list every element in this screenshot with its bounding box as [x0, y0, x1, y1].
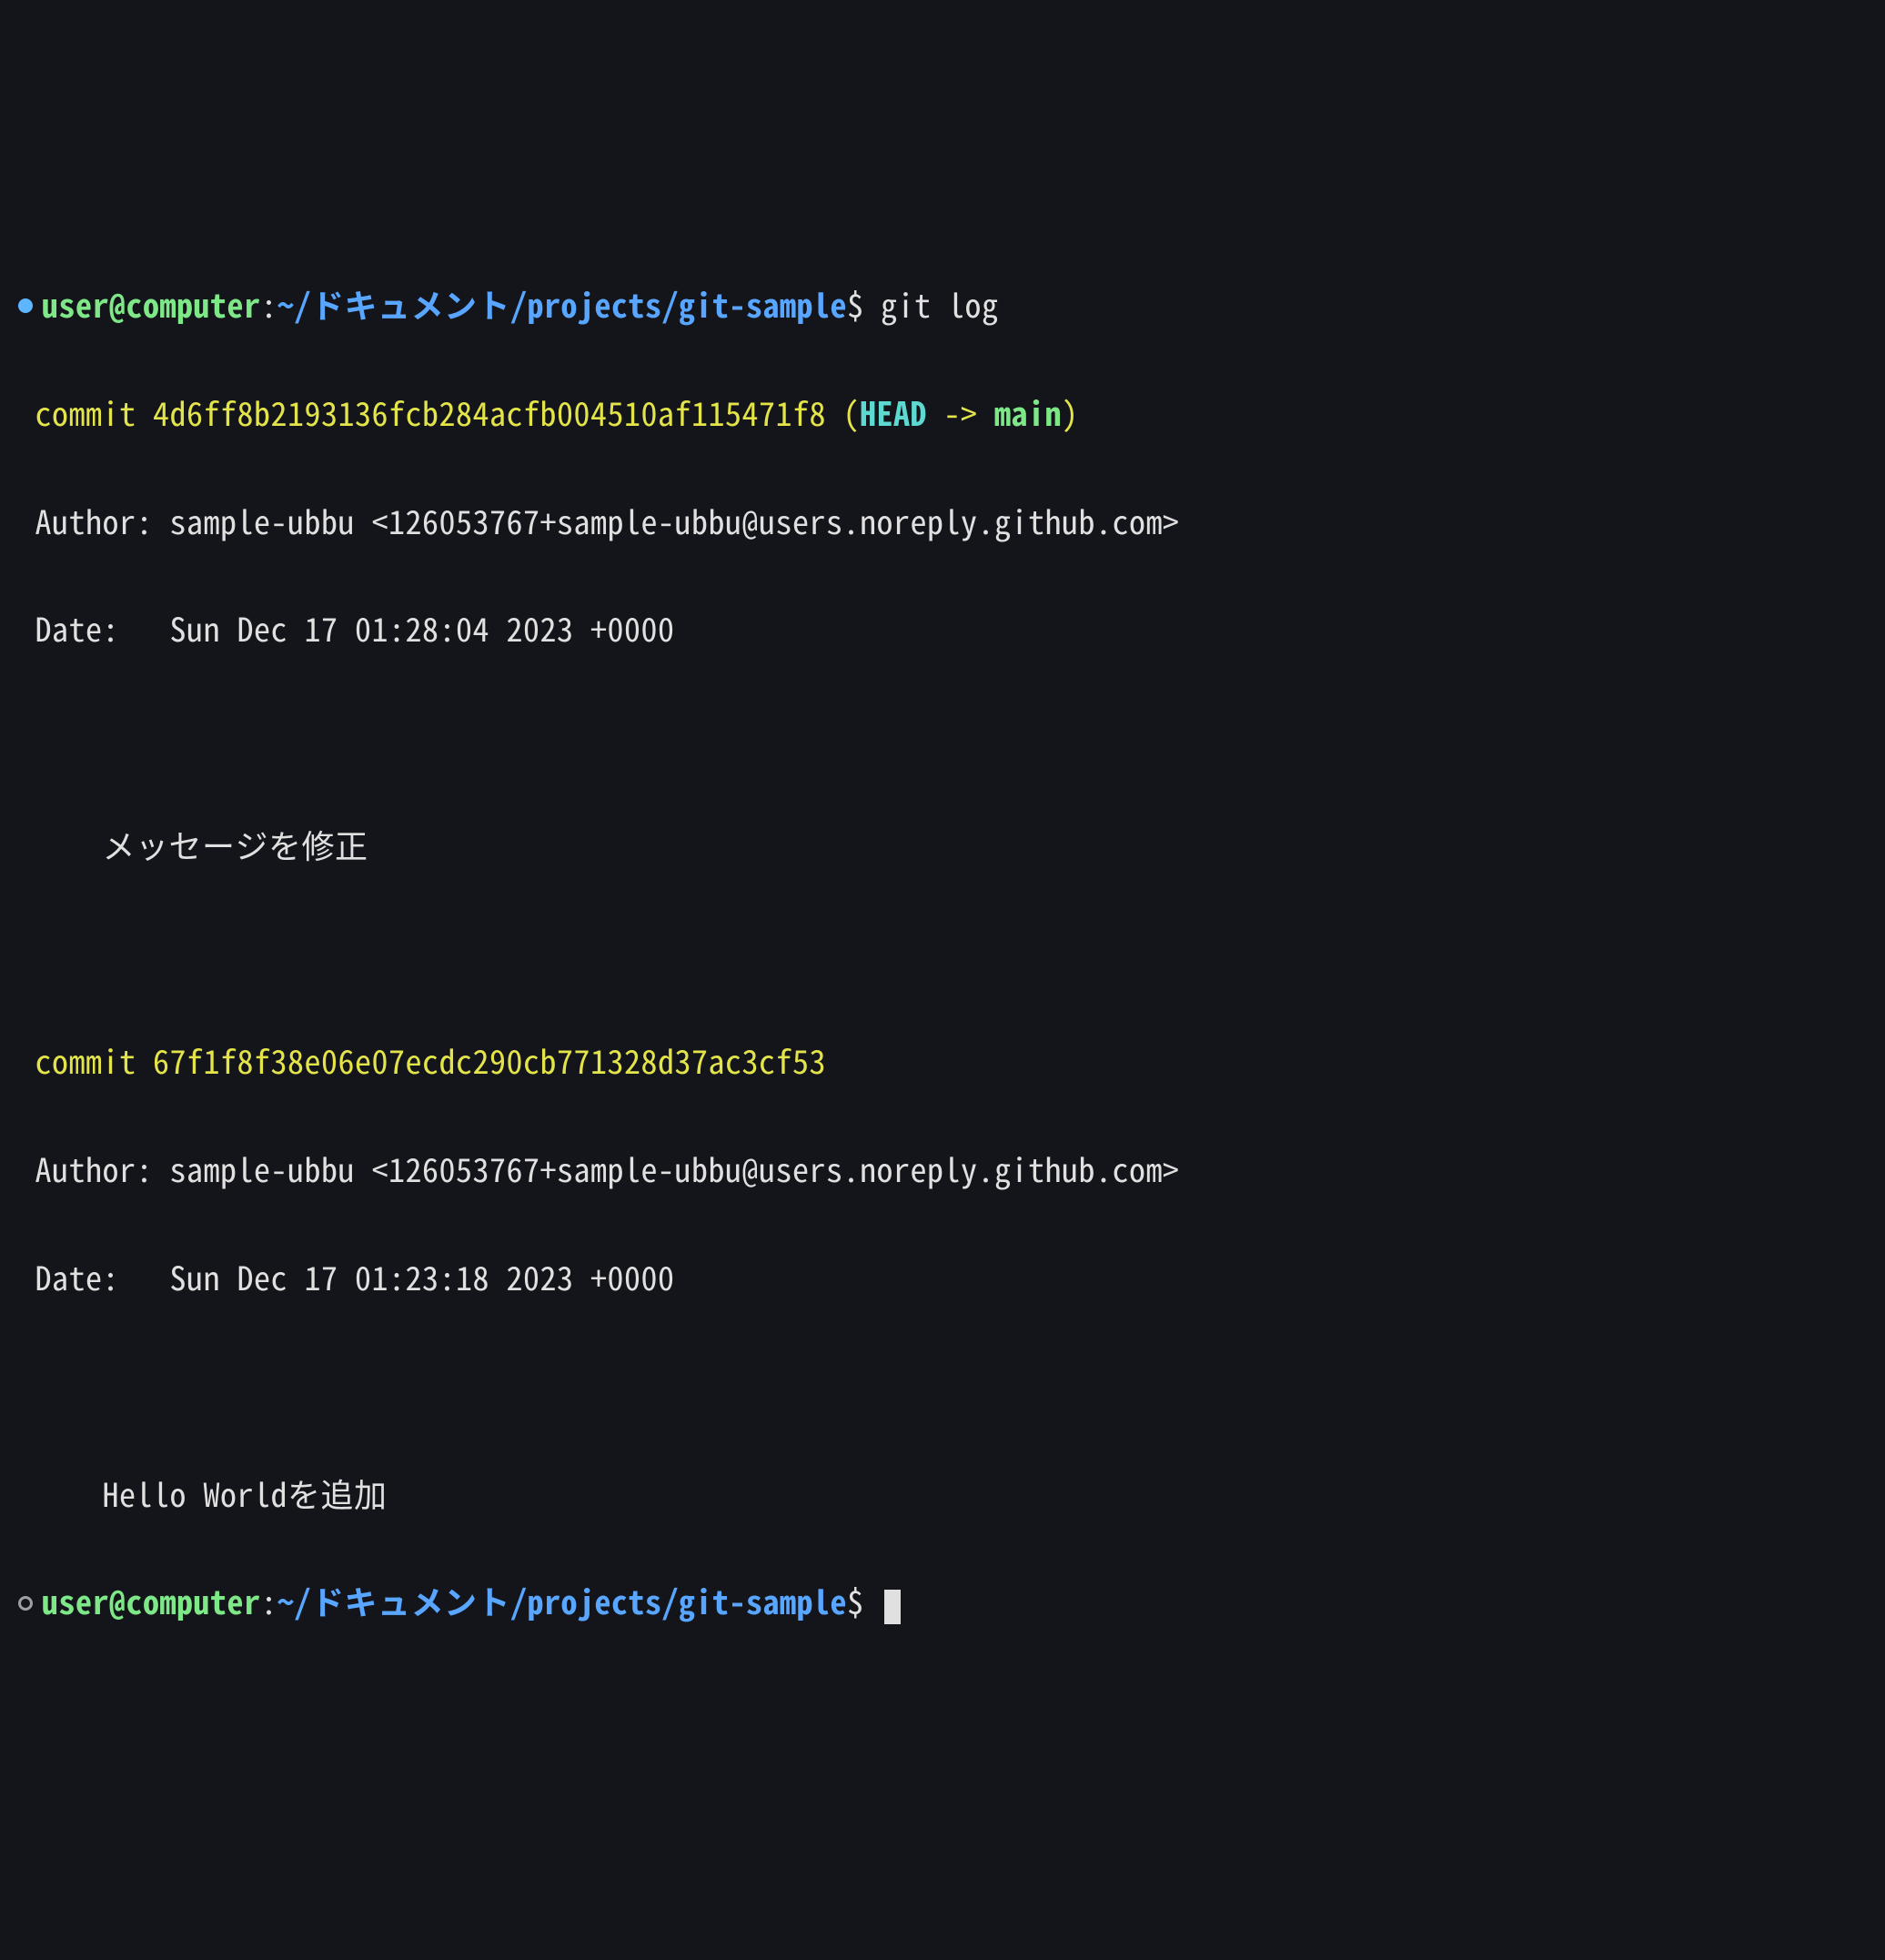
dollar: $ — [847, 280, 864, 328]
date-label: Date: — [35, 604, 170, 652]
commit-author-1: Author: sample-ubbu <126053767+sample-ub… — [18, 1142, 1867, 1196]
commit-hash: 67f1f8f38e06e07ecdc290cb771328d37ac3cf53 — [153, 1036, 826, 1084]
cursor-icon — [884, 1590, 901, 1624]
author-value: sample-ubbu <126053767+sample-ubbu@users… — [170, 1145, 1180, 1192]
bullet-open-icon — [18, 1596, 33, 1611]
ref-arrow: -> — [927, 389, 994, 436]
cwd-path: ~/ドキュメント/projects/git-sample — [277, 1577, 847, 1624]
blank-line — [18, 1359, 1867, 1412]
branch-ref: main — [994, 389, 1062, 436]
sep: : — [261, 280, 278, 328]
cwd-path: ~/ドキュメント/projects/git-sample — [277, 280, 847, 328]
user-host: user@computer — [42, 1577, 261, 1624]
dollar: $ — [847, 1577, 864, 1624]
date-value: Sun Dec 17 01:23:18 2023 +0000 — [170, 1253, 675, 1300]
terminal-output[interactable]: user@computer:~/ドキュメント/projects/git-samp… — [18, 224, 1867, 1683]
commit-label: commit — [35, 1036, 136, 1084]
message-text: Hello Worldを追加 — [103, 1470, 388, 1517]
date-value: Sun Dec 17 01:28:04 2023 +0000 — [170, 604, 675, 652]
author-label: Author: — [35, 497, 170, 544]
commit-hash: 4d6ff8b2193136fcb284acfb004510af115471f8 — [153, 389, 826, 436]
date-label: Date: — [35, 1253, 170, 1300]
bullet-filled-icon — [18, 298, 33, 313]
commit-label: commit — [35, 389, 136, 436]
author-label: Author: — [35, 1145, 170, 1192]
prompt-line-1: user@computer:~/ドキュメント/projects/git-samp… — [18, 278, 1867, 331]
user-host: user@computer — [42, 280, 261, 328]
command-text: git log — [881, 280, 999, 328]
author-value: sample-ubbu <126053767+sample-ubbu@users… — [170, 497, 1180, 544]
prompt-line-2: user@computer:~/ドキュメント/projects/git-samp… — [18, 1574, 1867, 1628]
refs-open: ( — [826, 389, 860, 436]
head-ref: HEAD — [860, 389, 927, 436]
blank-line — [18, 710, 1867, 763]
commit-date-0: Date: Sun Dec 17 01:28:04 2023 +0000 — [18, 601, 1867, 655]
refs-close: ) — [1062, 389, 1079, 436]
message-text: メッセージを修正 — [103, 821, 368, 868]
commit-message-1: Hello Worldを追加 — [18, 1467, 1867, 1521]
commit-header-1: commit 67f1f8f38e06e07ecdc290cb771328d37… — [18, 1034, 1867, 1087]
commit-date-1: Date: Sun Dec 17 01:23:18 2023 +0000 — [18, 1250, 1867, 1304]
commit-message-0: メッセージを修正 — [18, 818, 1867, 872]
commit-author-0: Author: sample-ubbu <126053767+sample-ub… — [18, 494, 1867, 548]
blank-line — [18, 926, 1867, 980]
commit-header-0: commit 4d6ff8b2193136fcb284acfb004510af1… — [18, 386, 1867, 439]
sep: : — [261, 1577, 278, 1624]
